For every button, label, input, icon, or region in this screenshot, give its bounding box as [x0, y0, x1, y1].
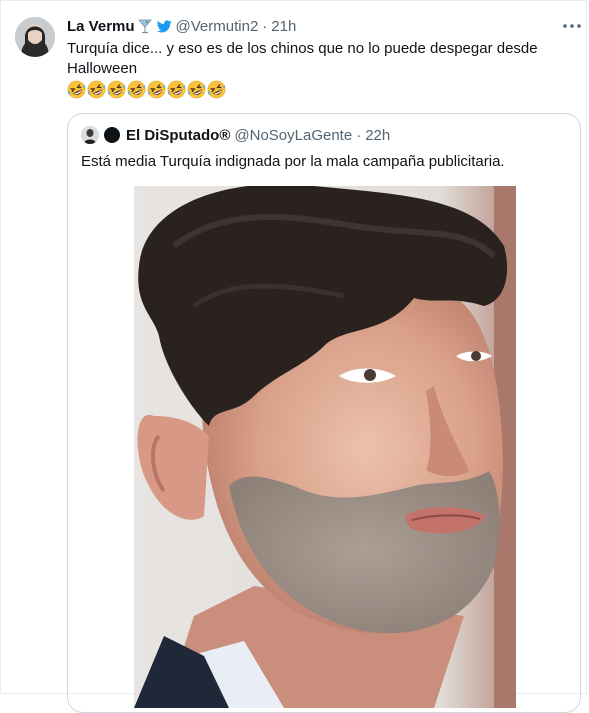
- rolling-laughing-emoji: [147, 80, 166, 99]
- martini-glass-icon: [137, 18, 152, 34]
- quoted-author-name[interactable]: El DiSputado®: [126, 127, 230, 144]
- separator-dot: ·: [262, 17, 268, 35]
- quoted-author-handle[interactable]: @NoSoyLaGente: [234, 127, 352, 144]
- quoted-tweet[interactable]: El DiSputado® @NoSoyLaGente · 22h Está m…: [67, 113, 581, 713]
- timestamp[interactable]: 21h: [271, 18, 296, 35]
- tweet-text-line-2: Halloween: [67, 60, 138, 77]
- tweet-header: La Vermu @Vermutin2 · 21h: [67, 15, 296, 37]
- quoted-tweet-header: El DiSputado® @NoSoyLaGente · 22h: [81, 125, 390, 145]
- rolling-laughing-emoji: [207, 80, 226, 99]
- quoted-tweet-photo[interactable]: [134, 186, 516, 708]
- author-name[interactable]: La Vermu: [67, 18, 135, 35]
- quoted-separator-dot: ·: [356, 126, 362, 144]
- author-avatar[interactable]: [15, 17, 55, 57]
- more-icon[interactable]: [560, 16, 584, 36]
- quoted-author-avatar[interactable]: [81, 126, 99, 144]
- rolling-laughing-emoji: [167, 80, 186, 99]
- emoji-row: [67, 80, 226, 100]
- rolling-laughing-emoji: [107, 80, 126, 99]
- black-circle-icon: [104, 127, 120, 143]
- tweet-text: Turquía dice... y eso es de los chinos q…: [67, 39, 567, 79]
- author-handle[interactable]: @Vermutin2: [176, 18, 259, 35]
- rolling-laughing-emoji: [87, 80, 106, 99]
- rolling-laughing-emoji: [127, 80, 146, 99]
- rolling-laughing-emoji: [67, 80, 86, 99]
- tweet-text-line-1: Turquía dice... y eso es de los chinos q…: [67, 40, 538, 57]
- quoted-tweet-text: Está media Turquía indignada por la mala…: [81, 153, 505, 170]
- tweet[interactable]: La Vermu @Vermutin2 · 21h Turquía dice..…: [0, 0, 589, 713]
- bird-icon: [156, 19, 172, 33]
- rolling-laughing-emoji: [187, 80, 206, 99]
- quoted-timestamp[interactable]: 22h: [365, 127, 390, 144]
